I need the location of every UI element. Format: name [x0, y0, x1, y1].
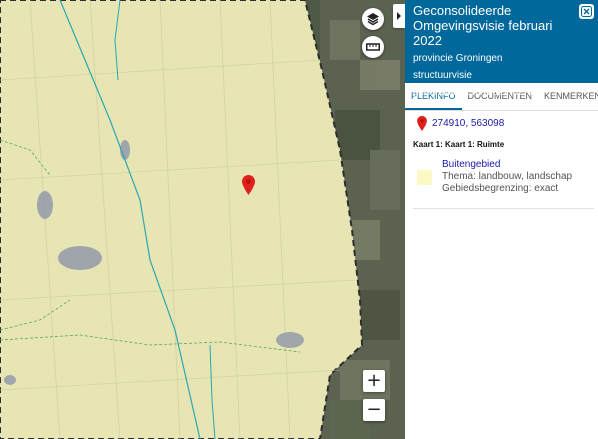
layers-icon — [367, 13, 379, 26]
coordinates-link[interactable]: 274910, 563098 — [432, 118, 504, 129]
close-icon — [581, 6, 592, 17]
feature-info: Buitengebied Thema: landbouw, landschap … — [442, 159, 572, 195]
ruler-icon — [366, 43, 380, 51]
plan-status: geconsolideerd (2022-02-02) — [413, 87, 542, 98]
feature-name-link[interactable]: Buitengebied — [442, 159, 572, 171]
collapse-panel-button[interactable] — [393, 4, 405, 28]
location-coordinates[interactable]: 274910, 563098 — [417, 116, 504, 131]
map-marker-icon[interactable] — [242, 175, 255, 195]
chevron-right-icon — [397, 12, 401, 20]
feature-boundary: Gebiedsbegrenzing: exact — [442, 183, 559, 194]
map-label: Kaart 1: Kaart 1: Ruimte — [413, 140, 505, 149]
map-canvas[interactable] — [0, 0, 405, 439]
zoom-in-button[interactable]: + — [363, 370, 385, 392]
legend-swatch — [417, 170, 432, 185]
map-view[interactable]: + − — [0, 0, 405, 439]
plan-type: structuurvisie — [413, 70, 472, 81]
feature-theme: Thema: landbouw, landschap — [442, 171, 573, 182]
plan-authority: provincie Groningen — [413, 53, 503, 64]
measure-button[interactable] — [362, 36, 384, 58]
panel-header: Geconsolideerde Omgevingsvisie februari … — [405, 0, 598, 98]
info-panel: Geconsolideerde Omgevingsvisie februari … — [405, 0, 598, 439]
divider — [413, 208, 594, 209]
layers-button[interactable] — [362, 8, 384, 30]
map-marker-icon — [417, 116, 427, 131]
zoom-out-button[interactable]: − — [363, 399, 385, 421]
close-panel-button[interactable] — [579, 4, 594, 19]
plan-title: Geconsolideerde Omgevingsvisie februari … — [413, 3, 553, 48]
